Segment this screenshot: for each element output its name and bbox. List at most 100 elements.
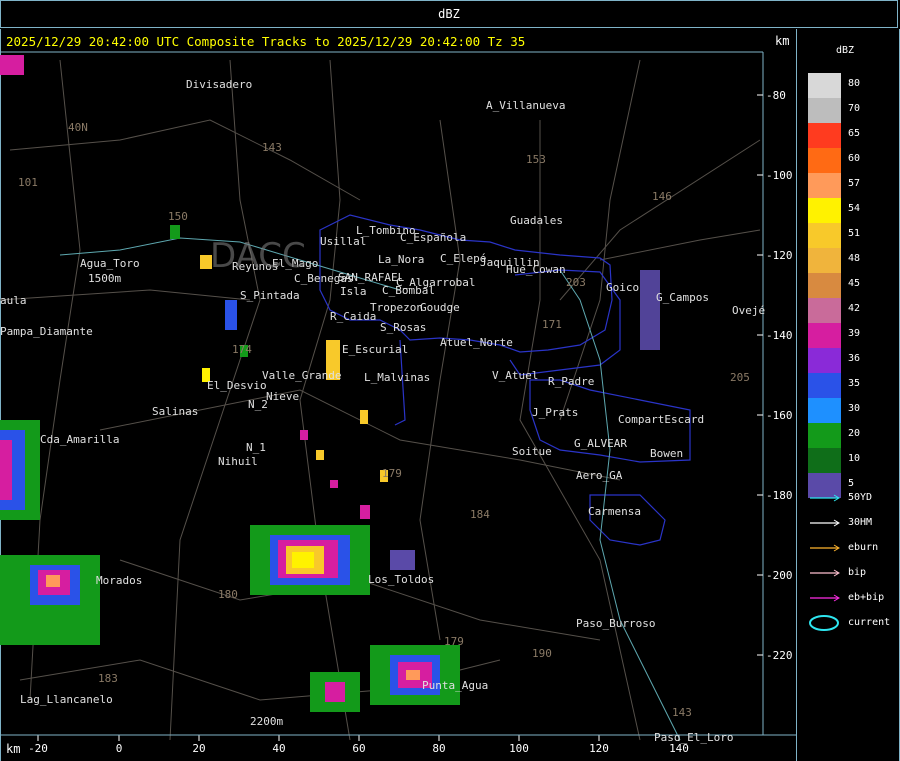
legend-level-label: 5 <box>848 478 855 489</box>
place-label: 203 <box>566 276 586 289</box>
place-label: S_Pintada <box>240 289 300 302</box>
place-label: Nihuil <box>218 455 258 468</box>
place-label: Cda_Amarilla <box>40 433 120 446</box>
legend-level-label: 54 <box>848 203 861 214</box>
place-label: 184 <box>470 508 490 521</box>
legend-track-label: 50YD <box>848 492 873 503</box>
legend-level-label: 70 <box>848 103 861 114</box>
place-label: V_Atuel <box>492 369 539 382</box>
place-label: Paso_El_Loro <box>654 731 734 744</box>
x-tick-label: -20 <box>28 742 48 755</box>
place-label: 190 <box>532 647 552 660</box>
place-label: Goudge <box>420 301 460 314</box>
place-label: aula <box>0 294 27 307</box>
place-label: 179 <box>444 635 464 648</box>
legend-swatch <box>808 473 841 498</box>
legend-swatch <box>808 348 841 373</box>
place-label: 150 <box>168 210 188 223</box>
legend-swatch <box>808 448 841 473</box>
place-label: Valle_Grande <box>262 369 342 382</box>
legend-level-label: 65 <box>848 128 861 139</box>
legend-swatch <box>808 198 841 223</box>
place-label: 146 <box>652 190 672 203</box>
y-axis: -80 -100 -120 -140 -160 -180 -200 -220 <box>757 89 793 662</box>
place-label: Aero_GA <box>576 469 623 482</box>
place-label: 143 <box>672 706 692 719</box>
x-tick-label: 40 <box>272 742 285 755</box>
x-tick-label: 20 <box>192 742 205 755</box>
place-label: 1500m <box>88 272 122 285</box>
legend-swatch <box>808 273 841 298</box>
place-label: 171 <box>542 318 562 331</box>
legend-level-label: 80 <box>848 78 861 89</box>
place-label: Soitue <box>512 445 552 458</box>
place-label: Morados <box>96 574 143 587</box>
legend-swatch <box>808 73 841 98</box>
x-tick-label: 80 <box>432 742 445 755</box>
legend-level-label: 42 <box>848 303 861 314</box>
y-tick-label: -200 <box>766 569 793 582</box>
legend-level-label: 48 <box>848 253 861 264</box>
composite-title: 2025/12/29 20:42:00 UTC Composite Tracks… <box>6 34 526 49</box>
y-tick-label: -180 <box>766 489 793 502</box>
place-label: R_Caida <box>330 310 377 323</box>
y-tick-label: -140 <box>766 329 793 342</box>
place-label: Goico <box>606 281 640 294</box>
place-label: N_1 <box>246 441 266 454</box>
place-label: Salinas <box>152 405 199 418</box>
place-label: SAN_RAFAEL <box>338 271 405 284</box>
place-label: 101 <box>18 176 38 189</box>
legend-swatch <box>808 423 841 448</box>
legend-swatch <box>808 148 841 173</box>
place-label: Punta_Agua <box>422 679 489 692</box>
km-label-top: km <box>775 34 790 48</box>
place-label: 180 <box>218 588 238 601</box>
x-tick-label: 100 <box>509 742 529 755</box>
legend-track-label: bip <box>848 567 867 578</box>
legend-level-label: 30 <box>848 403 861 414</box>
place-label: CompartEscard <box>618 413 705 426</box>
place-label: DACC <box>210 236 306 276</box>
place-label: Tropezon <box>370 301 423 314</box>
place-label: Lag_Llancanelo <box>20 693 113 706</box>
place-label: L_Malvinas <box>364 371 431 384</box>
place-label: 183 <box>98 672 118 685</box>
place-label: 2200m <box>250 715 284 728</box>
legend-level-label: 20 <box>848 428 861 439</box>
legend-swatches <box>808 73 841 498</box>
place-label: Pampa_Diamante <box>0 325 93 338</box>
legend-track-label: eburn <box>848 542 879 553</box>
place-label: R_Padre <box>548 375 595 388</box>
place-label: Los_Toldos <box>368 573 435 586</box>
legend-swatch <box>808 123 841 148</box>
legend-track-label: current <box>848 617 891 628</box>
km-label-bottom: km <box>6 742 21 756</box>
legend-level-label: 57 <box>848 178 861 189</box>
legend-swatch <box>808 173 841 198</box>
place-label: Guadales <box>510 214 563 227</box>
legend-level-label: 39 <box>848 328 861 339</box>
current-track-ellipse <box>809 615 839 631</box>
place-label: Agua_Toro <box>80 257 140 270</box>
legend-swatch <box>808 223 841 248</box>
place-label: La_Nora <box>378 253 425 266</box>
legend-track-label: eb+bip <box>848 592 885 603</box>
place-label: A_Villanueva <box>486 99 566 112</box>
place-label: Bowen <box>650 447 684 460</box>
x-tick-label: 0 <box>116 742 123 755</box>
map-roads <box>0 59 761 741</box>
place-label: G_ALVEAR <box>574 437 627 450</box>
place-label: E_Escurial <box>342 343 409 356</box>
place-label: Divisadero <box>186 78 253 91</box>
legend-title: dBZ <box>836 45 855 56</box>
place-label: C_Bombal <box>382 284 435 297</box>
legend-swatch <box>808 98 841 123</box>
legend-track-lines <box>809 494 840 631</box>
place-label: El_Desvio <box>207 379 267 392</box>
x-tick-label: 60 <box>352 742 365 755</box>
place-label: Paso_Burroso <box>576 617 656 630</box>
legend-level-label: 10 <box>848 453 861 464</box>
legend-level-label: 36 <box>848 353 861 364</box>
place-label: 40N <box>68 121 88 134</box>
legend-level-label: 51 <box>848 228 861 239</box>
